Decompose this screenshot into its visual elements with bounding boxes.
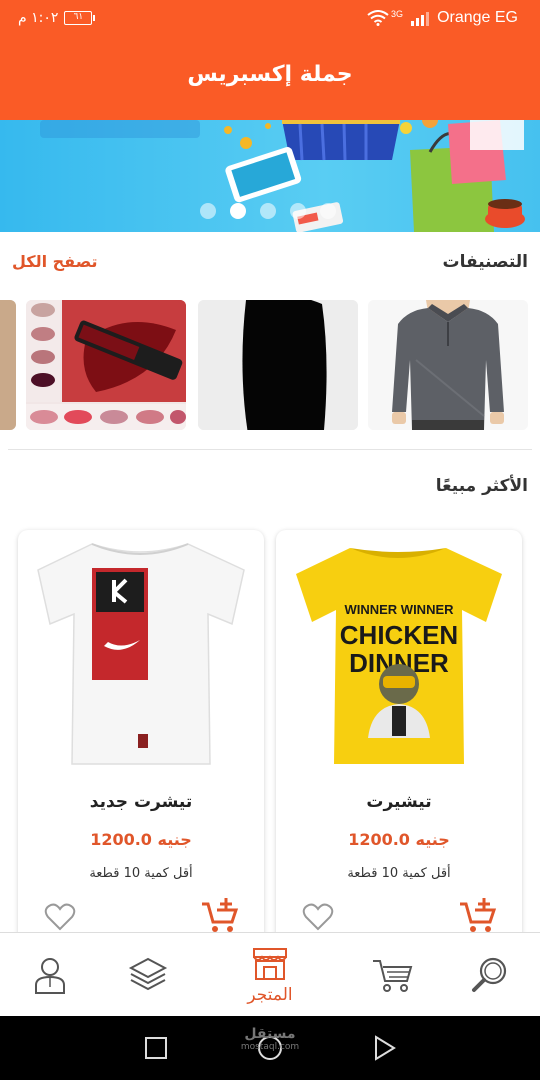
product-card[interactable]: WINNER WINNER CHICKEN DINNER تيشيرت 1200… — [276, 530, 522, 950]
pagination-dot[interactable] — [260, 203, 276, 219]
category-card-hidden[interactable] — [198, 300, 358, 430]
product-image-white-tshirt — [37, 543, 245, 765]
bottom-nav: المتجر — [0, 932, 540, 1016]
add-to-cart-icon[interactable] — [200, 898, 238, 934]
product-min-qty: أقل كمية 10 قطعة — [89, 866, 193, 881]
shirt-text-1: WINNER WINNER — [344, 602, 454, 617]
category-card-shirts[interactable] — [368, 300, 528, 430]
product-min-qty: أقل كمية 10 قطعة — [347, 866, 451, 881]
add-to-cart-icon[interactable] — [458, 898, 496, 934]
app-header: ١:٠٢ م ٦١ 3G Orange EG جملة إكسبريس — [0, 0, 540, 120]
search-icon — [472, 957, 507, 992]
product-price: 1200.0 جنيه — [90, 830, 192, 849]
watermark-line2: mostaql.com — [240, 1042, 300, 1052]
status-right: 3G Orange EG — [367, 9, 518, 27]
recent-apps-icon[interactable] — [145, 1037, 167, 1059]
nav-store[interactable]: المتجر — [240, 948, 300, 1011]
product-image-yellow-tshirt: WINNER WINNER CHICKEN DINNER — [296, 548, 502, 764]
shirt-text-2: CHICKEN — [340, 620, 458, 650]
best-sellers-header: الأكثر مبيعًا — [0, 472, 540, 502]
status-bar: ١:٠٢ م ٦١ 3G Orange EG — [0, 0, 540, 38]
nav-store-label: المتجر — [247, 985, 293, 1005]
category-image-lipstick — [26, 300, 186, 430]
status-time: ١:٠٢ م — [18, 10, 59, 26]
nav-categories[interactable] — [118, 951, 178, 1011]
signal-icon — [411, 10, 430, 26]
heart-icon[interactable] — [302, 902, 334, 932]
wifi-icon — [367, 10, 389, 26]
status-left: ١:٠٢ م ٦١ — [18, 10, 96, 26]
category-card-partial[interactable] — [0, 300, 16, 430]
banner-pagination — [200, 203, 336, 219]
category-image-polo — [368, 300, 528, 430]
store-icon — [253, 948, 287, 980]
network-type: 3G — [391, 9, 404, 19]
watermark-line1: مستقل — [244, 1026, 296, 1042]
pagination-dot[interactable] — [290, 203, 306, 219]
page-title: جملة إكسبريس — [187, 62, 353, 87]
pagination-dot[interactable] — [320, 203, 336, 219]
heart-icon[interactable] — [44, 902, 76, 932]
browse-all-link[interactable]: تصفح الكل — [12, 252, 97, 271]
battery-icon: ٦١ — [64, 11, 96, 25]
product-card[interactable]: تيشرت جديد 1200.0 جنيه أقل كمية 10 قطعة — [18, 530, 264, 950]
nav-profile[interactable] — [20, 951, 80, 1011]
product-price: 1200.0 جنيه — [348, 830, 450, 849]
watermark: مستقل mostaql.com — [238, 1026, 302, 1054]
category-image-redacted — [198, 300, 358, 430]
app-screen: ١:٠٢ م ٦١ 3G Orange EG جملة إكسبريس التص… — [0, 0, 540, 1080]
user-icon — [35, 958, 65, 994]
categories-title: التصنيفات — [442, 252, 528, 272]
product-name: تيشرت جديد — [89, 792, 193, 812]
back-icon[interactable] — [375, 1035, 396, 1061]
product-name: تيشيرت — [366, 792, 432, 812]
cart-icon — [373, 960, 413, 992]
nav-search[interactable] — [460, 951, 520, 1011]
pagination-dot[interactable] — [200, 203, 216, 219]
categories-header: التصنيفات تصفح الكل — [0, 248, 540, 278]
nav-cart[interactable] — [362, 951, 422, 1011]
carrier-name: Orange EG — [437, 9, 518, 26]
best-sellers-title: الأكثر مبيعًا — [435, 476, 528, 496]
layers-icon — [128, 957, 168, 991]
battery-level: ٦١ — [73, 12, 84, 22]
category-image-partial — [0, 300, 16, 430]
section-divider — [8, 449, 532, 450]
category-card-lipstick[interactable] — [26, 300, 186, 430]
pagination-dot-active[interactable] — [230, 203, 246, 219]
